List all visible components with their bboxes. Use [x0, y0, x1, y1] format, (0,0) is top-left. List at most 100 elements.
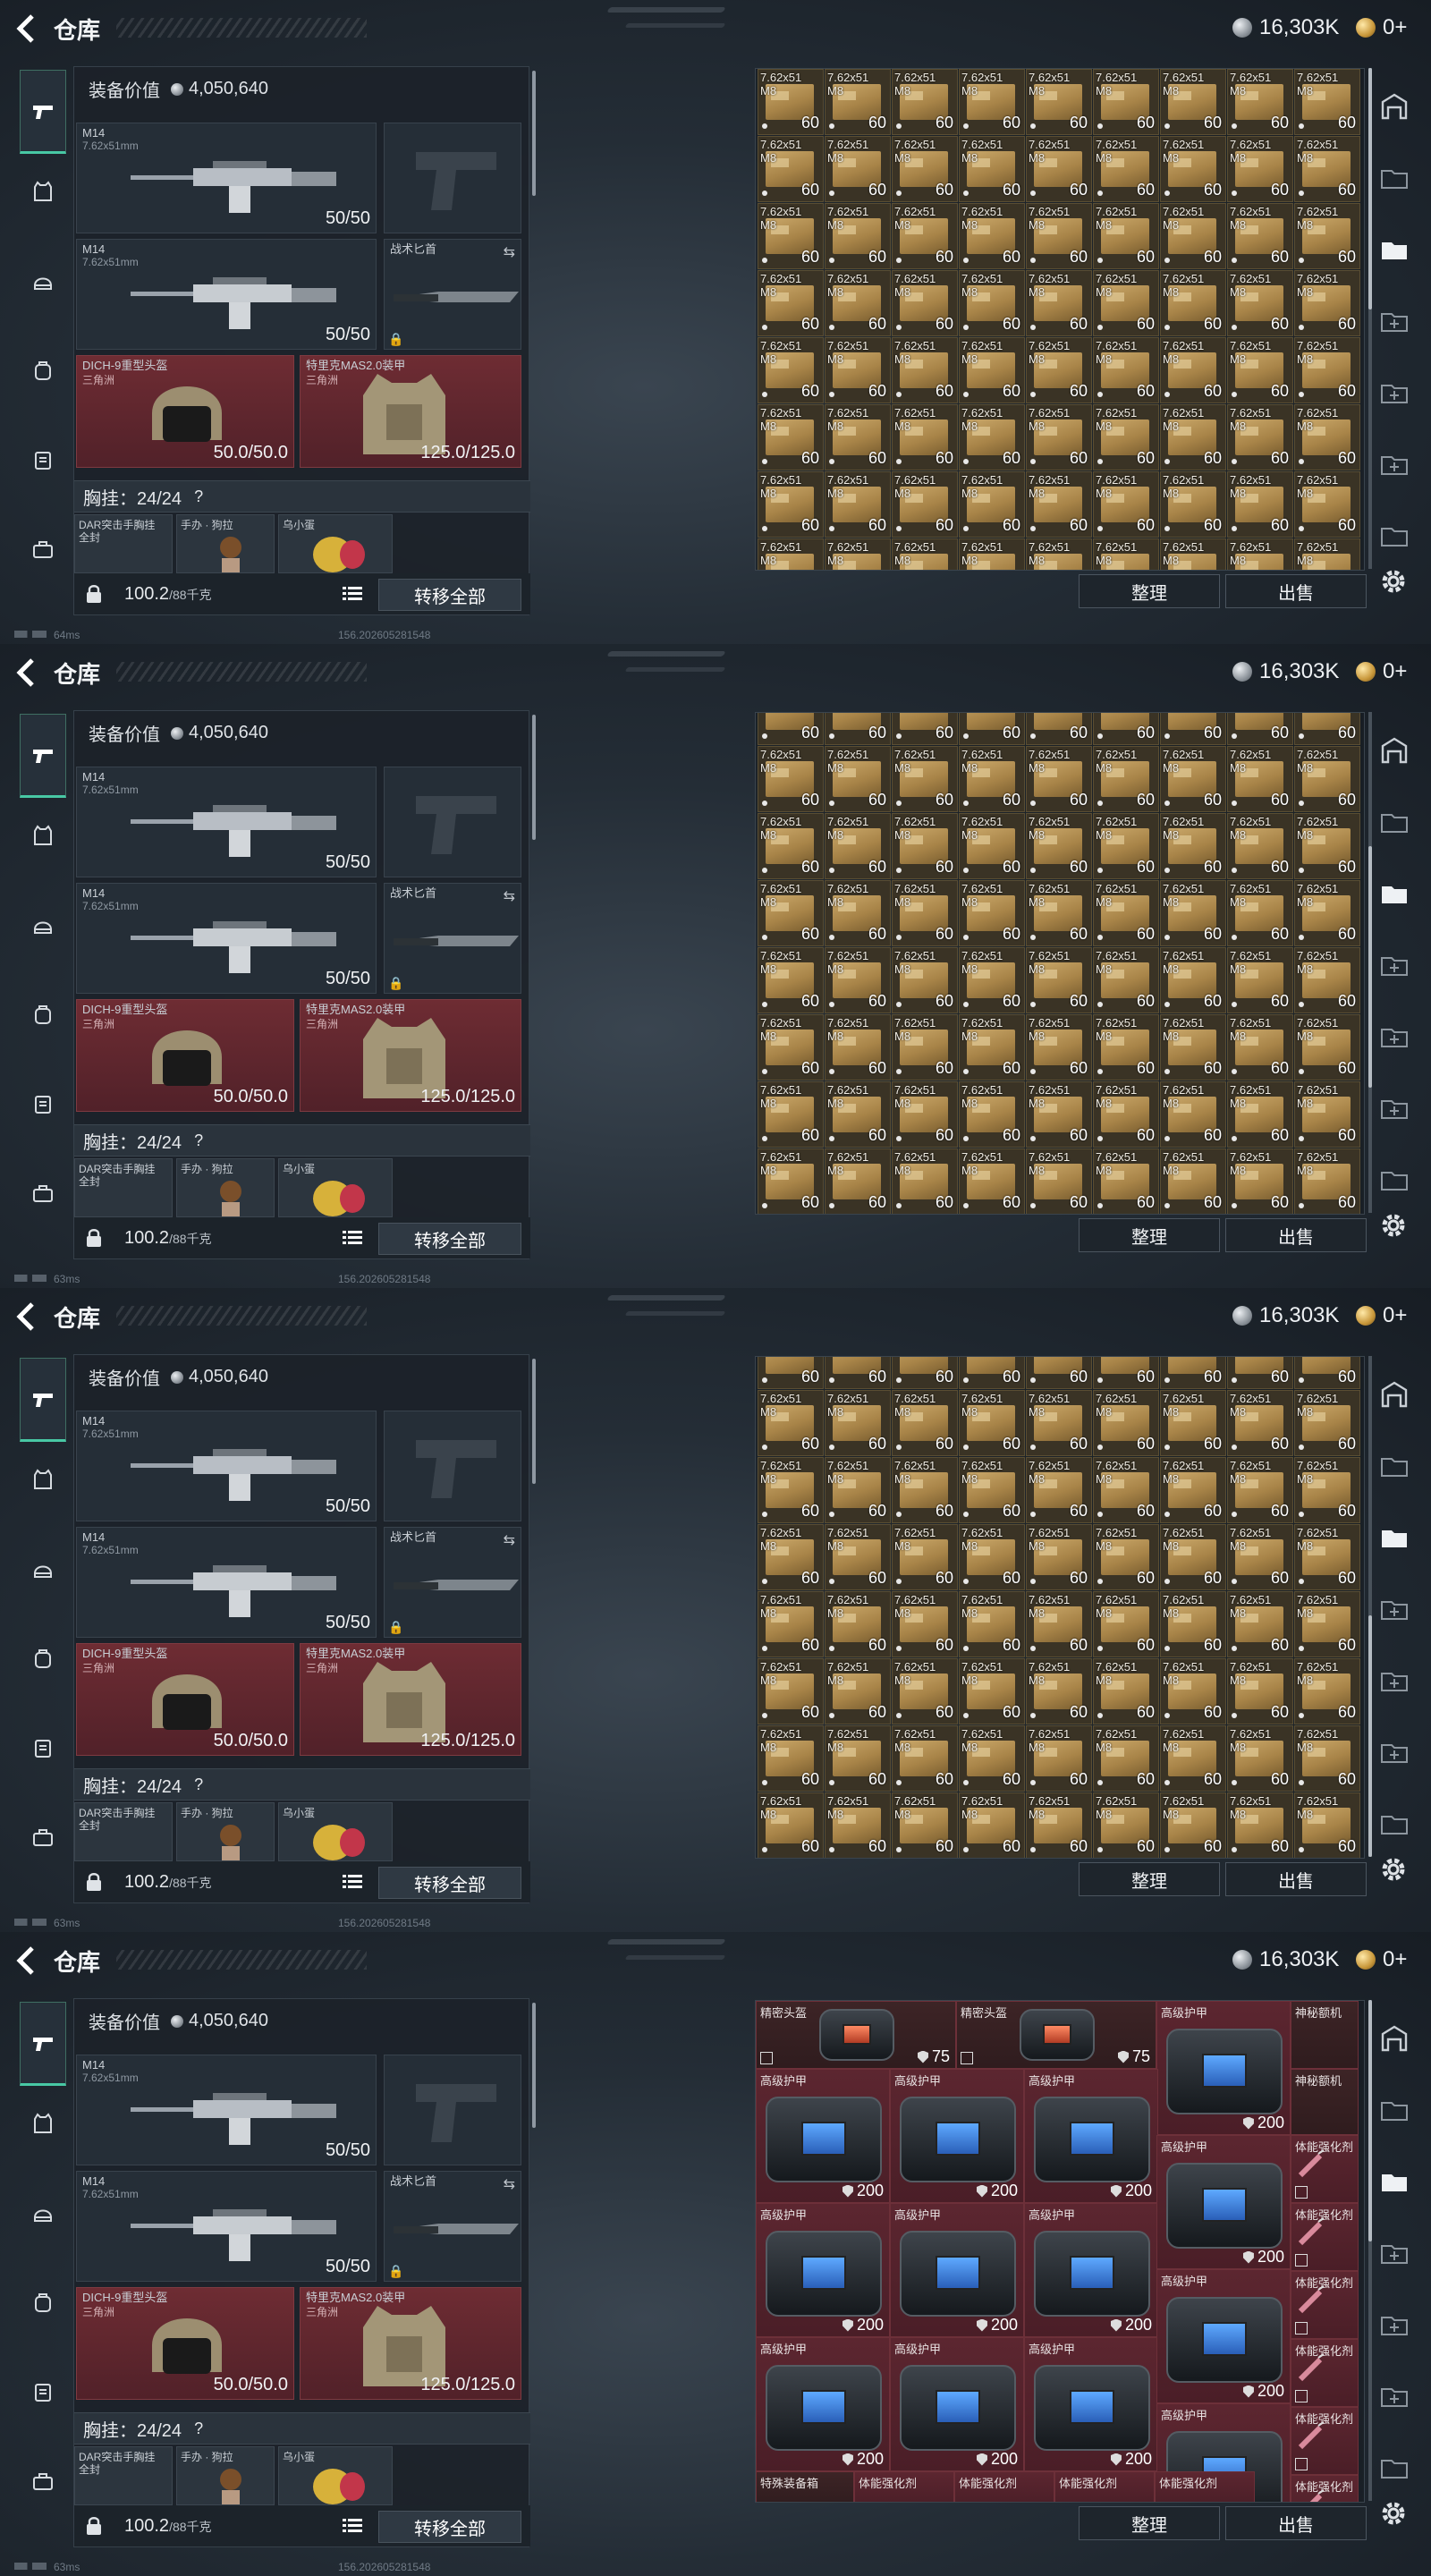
ammo-item[interactable]: 7.62x51M860 [959, 538, 1025, 570]
warehouse-tab-5[interactable] [1379, 234, 1410, 265]
ammo-item[interactable]: 7.62x51M860 [1160, 1792, 1226, 1858]
ammo-item[interactable]: 7.62x51M860 [1160, 746, 1226, 812]
list-icon[interactable] [343, 586, 362, 602]
ammo-item[interactable]: 7.62x51M860 [825, 1658, 891, 1724]
ammo-item[interactable]: 7.62x51M860 [1160, 1725, 1226, 1792]
storage-scrollbar[interactable] [1368, 2000, 1372, 2501]
ammo-item[interactable]: 7.62x51M860 [959, 880, 1025, 946]
chest-rig-slot[interactable]: 手办 · 狗拉 [176, 2446, 275, 2505]
tab-case[interactable] [20, 2458, 66, 2504]
ammo-item[interactable]: 7.62x51M860 [1160, 880, 1226, 946]
ammo-item[interactable]: 7.62x51M860 [1026, 1014, 1092, 1080]
ammo-item[interactable]: 7.62x51M860 [1026, 1081, 1092, 1148]
warehouse-tab-7[interactable] [1379, 377, 1410, 408]
ammo-item[interactable]: 7.62x51M860 [1026, 713, 1092, 745]
list-icon[interactable] [343, 2518, 362, 2534]
ammo-item[interactable]: 7.62x51M860 [1093, 880, 1159, 946]
ammo-item[interactable]: 7.62x51M860 [1227, 1792, 1293, 1858]
chest-rig-slot[interactable]: 手办 · 狗拉 [176, 1158, 275, 1217]
melee-slot[interactable]: 战术匕首 ⇆ 🔒 [384, 2171, 521, 2282]
ammo-item[interactable]: 7.62x51M860 [892, 69, 958, 135]
ammo-item[interactable]: 7.62x51M860 [1026, 947, 1092, 1013]
storage-scrollbar-thumb[interactable] [1368, 2000, 1372, 2241]
checkbox-icon[interactable] [1295, 2390, 1308, 2402]
ammo-item[interactable]: 7.62x51M860 [758, 1591, 824, 1657]
chest-rig-slot[interactable]: 手办 · 狗拉 [176, 514, 275, 573]
ammo-item[interactable]: 7.62x51M860 [892, 337, 958, 403]
checkbox-icon[interactable] [961, 2052, 973, 2064]
warehouse-tab-8[interactable] [1379, 1093, 1410, 1123]
ammo-item[interactable]: 7.62x51M860 [1093, 713, 1159, 745]
ammo-item[interactable]: 7.62x51M860 [1294, 813, 1360, 879]
sidearm-slot[interactable] [384, 1411, 521, 1521]
storage-scrollbar-thumb[interactable] [1368, 846, 1372, 1088]
warehouse-tab-6[interactable] [1379, 1594, 1410, 1624]
warehouse-tab-8[interactable] [1379, 449, 1410, 479]
ammo-item[interactable]: 7.62x51M860 [825, 404, 891, 470]
ammo-item[interactable]: 7.62x51M860 [1227, 1658, 1293, 1724]
ammo-item[interactable]: 7.62x51M860 [1093, 337, 1159, 403]
ammo-item[interactable]: 7.62x51M860 [892, 746, 958, 812]
loadout-scrollbar[interactable] [532, 1359, 536, 1484]
ammo-item[interactable]: 7.62x51M860 [892, 1081, 958, 1148]
transfer-all-button[interactable]: 转移全部 [378, 1223, 521, 1255]
ammo-item[interactable]: 7.62x51M860 [892, 538, 958, 570]
chest-rig-slot[interactable]: 乌小蛋 [278, 1802, 393, 1861]
ammo-item[interactable]: 7.62x51M860 [892, 1591, 958, 1657]
sell-button[interactable]: 出售 [1225, 2506, 1367, 2540]
ammo-item[interactable]: 7.62x51M860 [1160, 538, 1226, 570]
ammo-item[interactable]: 7.62x51M860 [1026, 136, 1092, 202]
ammo-item[interactable]: 7.62x51M860 [1227, 1524, 1293, 1590]
ammo-item[interactable]: 7.62x51M860 [1160, 1148, 1226, 1214]
gold-balance[interactable]: 0+ [1356, 1302, 1407, 1329]
chest-rig-slot[interactable]: DAR突击手胸挂 全封 [74, 1158, 173, 1217]
back-button[interactable] [13, 657, 39, 689]
tab-armor-vest[interactable] [20, 1456, 66, 1503]
ammo-item[interactable]: 7.62x51M860 [1093, 746, 1159, 812]
ammo-item[interactable]: 7.62x51M860 [825, 813, 891, 879]
warehouse-tab-6[interactable] [1379, 306, 1410, 336]
ammo-item[interactable]: 7.62x51M860 [959, 270, 1025, 336]
ammo-item[interactable]: 7.62x51M860 [892, 471, 958, 538]
tab-consumables[interactable] [20, 436, 66, 483]
warehouse-tab-7[interactable] [1379, 1665, 1410, 1696]
ammo-item[interactable]: 7.62x51M860 [1093, 203, 1159, 269]
tab-armor-vest[interactable] [20, 168, 66, 215]
tab-backpack[interactable] [20, 347, 66, 394]
sort-button[interactable]: 整理 [1079, 574, 1220, 608]
ammo-item[interactable]: 7.62x51M860 [1160, 69, 1226, 135]
tab-backpack[interactable] [20, 991, 66, 1038]
ammo-item[interactable]: 7.62x51M860 [758, 1357, 824, 1389]
ammo-item[interactable]: 7.62x51M860 [1294, 1591, 1360, 1657]
ammo-item[interactable]: 7.62x51M860 [1294, 1725, 1360, 1792]
tab-helmet[interactable] [20, 1546, 66, 1592]
swap-icon[interactable]: ⇆ [504, 887, 515, 905]
ammo-item[interactable]: 7.62x51M860 [1294, 203, 1360, 269]
ammo-item[interactable]: 7.62x51M860 [825, 1524, 891, 1590]
gold-balance[interactable]: 0+ [1356, 14, 1407, 41]
booster-item[interactable]: 体能强化剂 [1155, 2471, 1255, 2502]
ammo-item[interactable]: 7.62x51M860 [1093, 1658, 1159, 1724]
transfer-all-button[interactable]: 转移全部 [378, 1867, 521, 1899]
primary-weapon-slot-2[interactable]: M14 7.62x51mm 50/50 [76, 883, 377, 994]
warehouse-tab-6[interactable] [1379, 950, 1410, 980]
swap-icon[interactable]: ⇆ [504, 243, 515, 261]
tab-weapons[interactable] [20, 2002, 66, 2086]
ammo-item[interactable]: 7.62x51M860 [1026, 270, 1092, 336]
warehouse-tab-6[interactable] [1379, 2238, 1410, 2268]
helmet-slot[interactable]: DICH-9重型头盔 三角洲 50.0/50.0 [76, 1643, 294, 1756]
booster-item[interactable]: 体能强化剂 [1291, 2407, 1359, 2475]
ammo-item[interactable]: 7.62x51M860 [825, 1725, 891, 1792]
armor-case-item[interactable]: 高级护甲200 [890, 2203, 1024, 2337]
help-icon[interactable]: ? [194, 2419, 203, 2438]
swap-icon[interactable]: ⇆ [504, 2175, 515, 2193]
ammo-item[interactable]: 7.62x51M860 [959, 471, 1025, 538]
ammo-item[interactable]: 7.62x51M860 [758, 1658, 824, 1724]
ammo-item[interactable]: 7.62x51M860 [1026, 69, 1092, 135]
chest-rig-slot[interactable]: DAR突击手胸挂 全封 [74, 514, 173, 573]
armor-case-item[interactable]: 高级护甲200 [756, 2337, 890, 2471]
tab-backpack[interactable] [20, 1635, 66, 1682]
ammo-item[interactable]: 7.62x51M860 [825, 203, 891, 269]
tab-consumables[interactable] [20, 1080, 66, 1127]
ammo-item[interactable]: 7.62x51M860 [1160, 1014, 1226, 1080]
